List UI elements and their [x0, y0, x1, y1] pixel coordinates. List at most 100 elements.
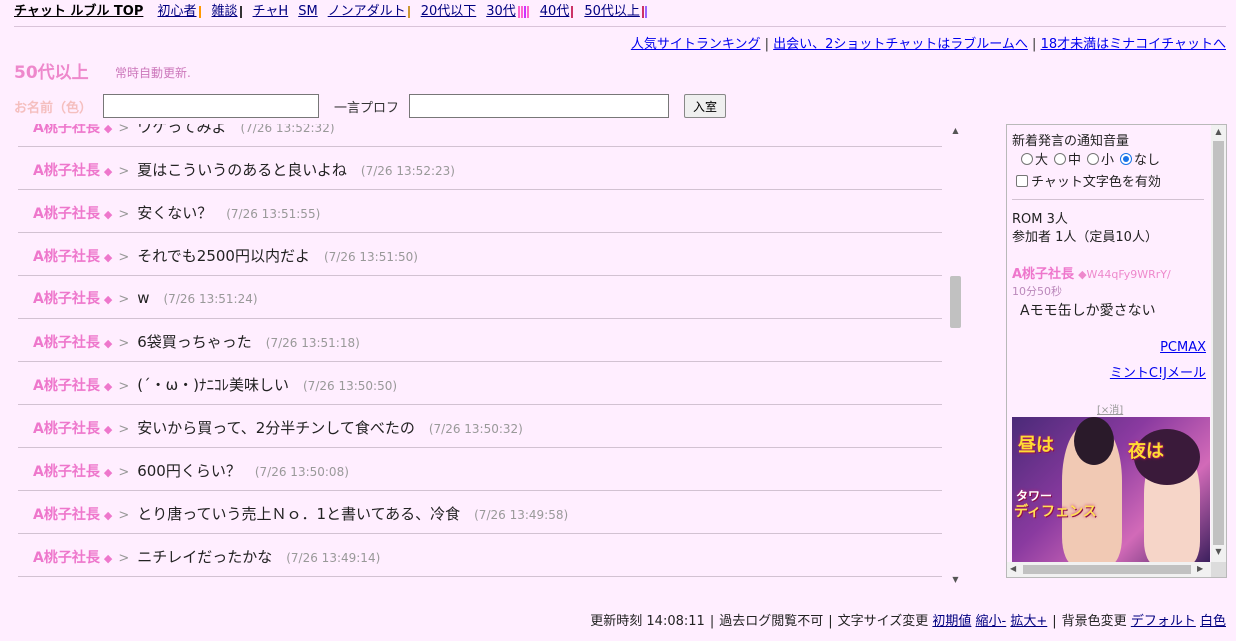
message-arrow: > — [118, 465, 130, 480]
sound-option-label: 大 — [1035, 153, 1049, 168]
message-author[interactable]: A桃子社長 — [33, 378, 100, 394]
message-row: A桃子社長 ◆ > それでも2500円以内だよ (7/26 13:51:50) — [18, 233, 942, 276]
nav-item-link[interactable]: ノンアダルト — [328, 4, 411, 19]
sound-option[interactable]: 中 — [1054, 153, 1081, 168]
minako-link[interactable]: 18才未満はミナコイチャットへ — [1041, 37, 1226, 52]
side-vertical-thumb[interactable] — [1213, 141, 1224, 545]
bg-default-link[interactable]: デフォルト — [1131, 614, 1196, 629]
message-author[interactable]: A桃子社長 — [33, 550, 100, 566]
scrollbar-track[interactable] — [950, 138, 961, 572]
message-text: 夏はこういうのあると良いよね — [137, 161, 347, 179]
nav-item-link[interactable]: 雑談 — [212, 4, 243, 19]
nav-item-link[interactable]: 50代以上 — [584, 4, 648, 19]
sound-option[interactable]: 小 — [1087, 153, 1114, 168]
nav-color-bar — [520, 5, 523, 18]
enter-room-button[interactable]: 入室 — [684, 94, 726, 118]
chat-color-label: チャット文字色を有効 — [1031, 175, 1161, 190]
font-larger-link[interactable]: 拡大+ — [1010, 614, 1047, 629]
font-smaller-link[interactable]: 縮小- — [976, 614, 1007, 629]
ranking-link[interactable]: 人気サイトランキング — [631, 37, 761, 52]
message-author[interactable]: A桃子社長 — [33, 206, 100, 222]
message-author[interactable]: A桃子社長 — [33, 124, 100, 136]
message-log-scrollbar[interactable]: ▲ ▼ — [948, 124, 963, 586]
message-text: (´・ω・)ﾅﾆｺﾚ美味しい — [137, 376, 289, 394]
message-author[interactable]: A桃子社長 — [33, 335, 100, 351]
message-author[interactable]: A桃子社長 — [33, 291, 100, 307]
scroll-up-icon[interactable]: ▲ — [948, 124, 963, 137]
message-author[interactable]: A桃子社長 — [33, 249, 100, 265]
message-author[interactable]: A桃子社長 — [33, 163, 100, 179]
message-row: A桃子社長 ◆ > 安くない？ (7/26 13:51:55) — [18, 190, 942, 233]
nav-item-label: チャH — [252, 4, 289, 19]
message-trip-icon: ◆ — [103, 509, 113, 522]
side-horizontal-thumb[interactable] — [1023, 565, 1191, 574]
name-input[interactable] — [103, 94, 319, 118]
profile-label: 一言プロフ — [334, 101, 400, 116]
sound-option[interactable]: 大 — [1021, 153, 1048, 168]
message-row: A桃子社長 ◆ > ニチレイだったかな (7/26 13:49:14) — [18, 534, 942, 577]
ad-banner[interactable]: 昼は 夜は タワー ディフェンス — [1012, 417, 1210, 563]
nav-color-bar — [523, 5, 526, 18]
sound-radio[interactable] — [1021, 153, 1033, 165]
message-content: A桃子社長 ◆ > 安くない？ (7/26 13:51:55) — [33, 202, 320, 223]
scroll-down-icon[interactable]: ▼ — [948, 573, 963, 586]
nav-color-stripe — [641, 5, 648, 18]
update-time: 更新時刻 14:08:11 — [590, 614, 705, 629]
sound-radio[interactable] — [1120, 153, 1133, 165]
nav-item-link[interactable]: 20代以下 — [421, 4, 477, 19]
side-scroll-up-icon[interactable]: ▲ — [1211, 127, 1226, 136]
nav-item-label: 40代 — [539, 4, 570, 19]
message-arrow: > — [118, 250, 130, 265]
sound-radio[interactable] — [1087, 153, 1100, 165]
message-trip-icon: ◆ — [103, 208, 113, 221]
nav-brand-link[interactable]: チャット ルブル TOP — [14, 4, 143, 19]
sound-option[interactable]: なし — [1120, 153, 1160, 168]
message-author[interactable]: A桃子社長 — [33, 421, 100, 437]
profile-input[interactable] — [409, 94, 669, 118]
message-time: (7/26 13:49:58) — [474, 508, 569, 522]
message-arrow: > — [118, 292, 130, 307]
message-row: A桃子社長 ◆ > (´・ω・)ﾅﾆｺﾚ美味しい (7/26 13:50:50) — [18, 362, 942, 405]
side-scroll-left-icon[interactable]: ◀ — [1010, 564, 1016, 573]
log-status: 過去ログ閲覧不可 — [719, 614, 824, 629]
scrollbar-corner — [1211, 562, 1226, 577]
pcmax-link[interactable]: PCMAX — [1160, 340, 1206, 355]
name-color-label: お名前（色） — [14, 101, 93, 116]
bg-color-label: 背景色変更 — [1061, 614, 1127, 629]
nav-item-label: 30代 — [486, 4, 516, 19]
loveroom-link[interactable]: 出会い、2ショットチャットはラブルームへ — [773, 37, 1028, 52]
right-links: 人気サイトランキング | 出会い、2ショットチャットはラブルームへ | 18才未… — [631, 33, 1226, 52]
message-time: (7/26 13:51:55) — [226, 207, 321, 221]
sound-option-label: 中 — [1068, 153, 1082, 168]
mint-mail-link[interactable]: ミントC!Jメール — [1110, 362, 1206, 381]
sound-radio[interactable] — [1054, 153, 1067, 165]
nav-color-stripe — [239, 5, 243, 18]
participant-count: 参加者 1人（定員10人） — [1012, 230, 1158, 245]
message-arrow: > — [118, 336, 130, 351]
nav-item-link[interactable]: 40代 — [540, 4, 575, 19]
message-content: A桃子社長 ◆ > w (7/26 13:51:24) — [33, 288, 258, 308]
message-text: とり唐っていう売上Ｎｏ．1と書いてある、冷食 — [137, 505, 461, 523]
side-scroll-right-icon[interactable]: ▶ — [1197, 564, 1203, 573]
message-author[interactable]: A桃子社長 — [33, 464, 100, 480]
side-scroll-down-icon[interactable]: ▼ — [1211, 547, 1226, 556]
font-default-link[interactable]: 初期値 — [932, 614, 971, 629]
side-vertical-scrollbar[interactable]: ▲ ▼ — [1211, 125, 1226, 563]
nav-item-link[interactable]: SM — [298, 4, 317, 19]
close-ad-link[interactable]: [×消] — [1097, 401, 1123, 416]
message-time: (7/26 13:52:23) — [360, 164, 455, 178]
nav-item-link[interactable]: 30代 — [486, 4, 530, 19]
nav-color-bar — [526, 5, 529, 18]
nav-item-link[interactable]: チャH — [253, 4, 289, 19]
side-horizontal-scrollbar[interactable]: ◀ ▶ — [1007, 562, 1212, 577]
message-content: A桃子社長 ◆ >600円くらい？ (7/26 13:50:08) — [33, 460, 349, 481]
bg-white-link[interactable]: 白色 — [1200, 614, 1226, 629]
room-title: 50代以上 — [14, 63, 89, 83]
scrollbar-thumb[interactable] — [950, 276, 961, 328]
chat-color-option[interactable]: チャット文字色を有効 — [1016, 171, 1161, 190]
chat-color-checkbox[interactable] — [1016, 175, 1028, 187]
nav-color-stripe — [517, 5, 530, 18]
nav-item-link[interactable]: 初心者 — [158, 4, 202, 19]
message-author[interactable]: A桃子社長 — [33, 507, 100, 523]
link-separator: | — [764, 37, 769, 52]
